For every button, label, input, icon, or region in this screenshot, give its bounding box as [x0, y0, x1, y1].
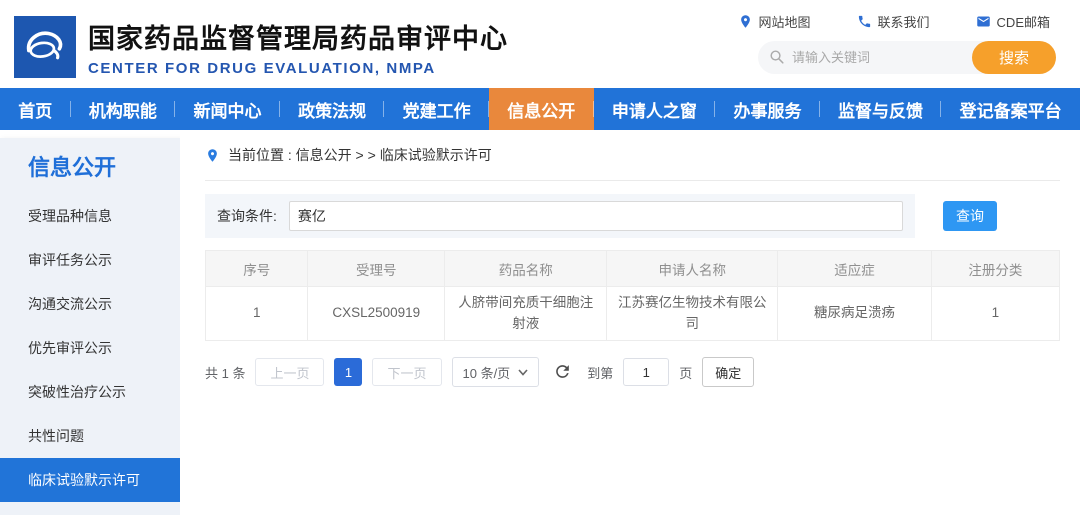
nav-item-supervision-feedback[interactable]: 监督与反馈	[820, 88, 942, 130]
cell-drug-name: 人脐带间充质干细胞注射液	[445, 287, 607, 341]
col-header-indication: 适应症	[778, 251, 932, 287]
brand-block: 国家药品监督管理局药品审评中心 CENTER FOR DRUG EVALUATI…	[14, 0, 508, 88]
sidebar-item-communication[interactable]: 沟通交流公示	[0, 282, 180, 326]
brand-text: 国家药品监督管理局药品审评中心 CENTER FOR DRUG EVALUATI…	[88, 17, 508, 77]
sidebar-item-common-issues[interactable]: 共性问题	[0, 414, 180, 458]
query-label: 查询条件:	[217, 206, 277, 226]
query-input[interactable]	[289, 201, 903, 231]
sidebar-item-clinical-trial-implied-license[interactable]: 临床试验默示许可	[0, 458, 180, 502]
nav-item-info-disclosure[interactable]: 信息公开	[489, 88, 594, 130]
site-search-button[interactable]: 搜索	[972, 41, 1056, 74]
nav-item-party-building[interactable]: 党建工作	[384, 88, 489, 130]
goto-suffix-label: 页	[679, 363, 692, 382]
sidebar: 信息公开 受理品种信息 审评任务公示 沟通交流公示 优先审评公示 突破性治疗公示…	[0, 138, 180, 515]
site-title: 国家药品监督管理局药品审评中心	[88, 17, 508, 56]
query-box: 查询条件:	[205, 194, 915, 238]
cell-acceptance-number: CXSL2500919	[308, 287, 445, 341]
page-size-select[interactable]: 10 条/页	[452, 357, 540, 387]
cde-mail-link[interactable]: CDE邮箱	[976, 12, 1050, 31]
page-size-value: 10 条/页	[463, 363, 511, 382]
query-button[interactable]: 查询	[943, 201, 997, 231]
sidebar-title: 信息公开	[0, 138, 180, 194]
nav-item-registration-platform[interactable]: 登记备案平台	[941, 88, 1080, 130]
cde-logo[interactable]	[14, 16, 76, 78]
main-content: 当前位置 : 信息公开 > > 临床试验默示许可 查询条件: 查询 序号 受理	[180, 130, 1080, 515]
contact-link-label: 联系我们	[878, 12, 930, 31]
nav-item-policies[interactable]: 政策法规	[280, 88, 385, 130]
site-search: 搜索	[758, 41, 1056, 74]
nav-item-home[interactable]: 首页	[0, 88, 71, 130]
sidebar-item-accepted-varieties[interactable]: 受理品种信息	[0, 194, 180, 238]
sidebar-item-breakthrough-therapy[interactable]: 突破性治疗公示	[0, 370, 180, 414]
col-header-index: 序号	[206, 251, 308, 287]
confirm-button[interactable]: 确定	[702, 357, 754, 387]
breadcrumb: 当前位置 : 信息公开 > > 临床试验默示许可	[205, 130, 1060, 181]
cell-registration-class: 1	[931, 287, 1059, 341]
sidebar-item-priority-review[interactable]: 优先审评公示	[0, 326, 180, 370]
chevron-down-icon	[518, 369, 528, 376]
cde-mail-link-label: CDE邮箱	[997, 12, 1050, 31]
prev-page-button[interactable]: 上一页	[255, 358, 324, 386]
results-table: 序号 受理号 药品名称 申请人名称 适应症 注册分类 1 CXSL2500919…	[205, 250, 1060, 341]
col-header-acceptance-number: 受理号	[308, 251, 445, 287]
col-header-registration-class: 注册分类	[931, 251, 1059, 287]
quick-links: 网站地图 联系我们 CDE邮箱	[738, 12, 1050, 31]
search-icon	[769, 49, 785, 65]
contact-link[interactable]: 联系我们	[857, 12, 930, 31]
nav-item-services[interactable]: 办事服务	[715, 88, 820, 130]
goto-page-input[interactable]	[623, 358, 669, 386]
cell-index: 1	[206, 287, 308, 341]
cell-applicant-name: 江苏赛亿生物技术有限公司	[607, 287, 778, 341]
sitemap-link-label: 网站地图	[759, 12, 811, 31]
phone-icon	[857, 14, 872, 29]
envelope-icon	[976, 14, 991, 29]
total-count: 共 1 条	[205, 363, 245, 382]
cell-indication: 糖尿病足溃疡	[778, 287, 932, 341]
location-pin-icon	[738, 14, 753, 29]
body: 信息公开 受理品种信息 审评任务公示 沟通交流公示 优先审评公示 突破性治疗公示…	[0, 130, 1080, 515]
breadcrumb-text: 当前位置 : 信息公开 > > 临床试验默示许可	[228, 145, 492, 165]
next-page-button[interactable]: 下一页	[372, 358, 441, 386]
page-number-button[interactable]: 1	[334, 358, 362, 386]
nav-item-news[interactable]: 新闻中心	[175, 88, 280, 130]
goto-prefix-label: 到第	[587, 363, 613, 382]
location-pin-icon	[205, 148, 220, 163]
site-header: 国家药品监督管理局药品审评中心 CENTER FOR DRUG EVALUATI…	[0, 0, 1080, 88]
nav-item-applicant-window[interactable]: 申请人之窗	[594, 88, 716, 130]
table-row: 1 CXSL2500919 人脐带间充质干细胞注射液 江苏赛亿生物技术有限公司 …	[206, 287, 1060, 341]
col-header-drug-name: 药品名称	[445, 251, 607, 287]
sidebar-item-marketed-drugs[interactable]: 上市药品信息	[0, 502, 180, 515]
table-header-row: 序号 受理号 药品名称 申请人名称 适应症 注册分类	[206, 251, 1060, 287]
page: 国家药品监督管理局药品审评中心 CENTER FOR DRUG EVALUATI…	[0, 0, 1080, 515]
site-subtitle: CENTER FOR DRUG EVALUATION, NMPA	[88, 60, 508, 77]
header-right: 网站地图 联系我们 CDE邮箱 搜索	[738, 0, 1056, 88]
query-section: 查询条件: 查询	[205, 194, 1060, 238]
col-header-applicant-name: 申请人名称	[607, 251, 778, 287]
pagination: 共 1 条 上一页 1 下一页 10 条/页 到第 页 确定	[205, 357, 1060, 387]
main-nav: 首页 机构职能 新闻中心 政策法规 党建工作 信息公开 申请人之窗 办事服务 监…	[0, 88, 1080, 130]
swan-logo-icon	[18, 20, 72, 74]
refresh-icon[interactable]	[553, 362, 573, 382]
sitemap-link[interactable]: 网站地图	[738, 12, 811, 31]
sidebar-item-review-tasks[interactable]: 审评任务公示	[0, 238, 180, 282]
nav-item-functions[interactable]: 机构职能	[71, 88, 176, 130]
